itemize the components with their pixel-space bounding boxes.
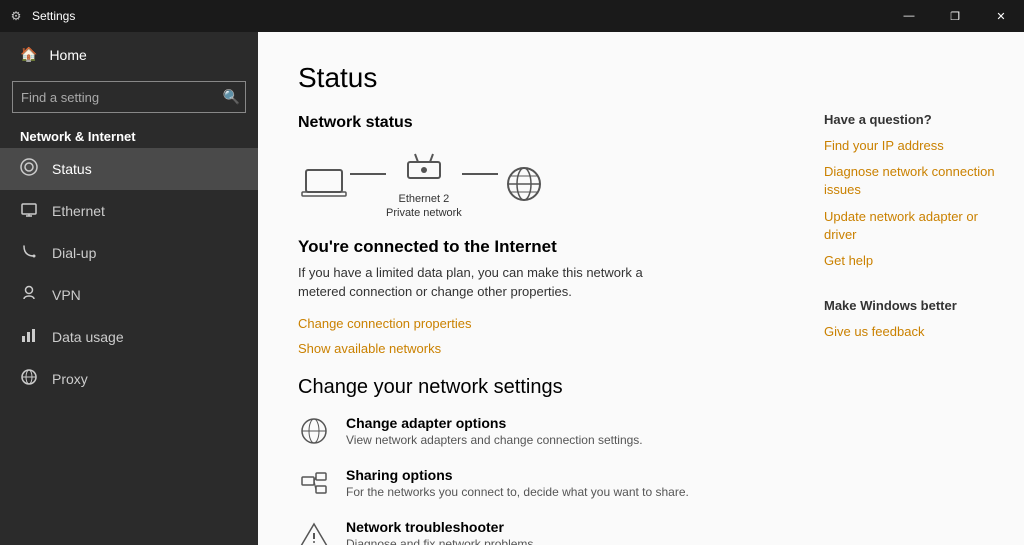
adapter-options-icon	[298, 415, 330, 447]
sidebar-item-proxy[interactable]: Proxy	[0, 358, 258, 400]
sidebar-item-ethernet[interactable]: Ethernet	[0, 190, 258, 232]
home-label: Home	[49, 47, 86, 63]
troubleshooter-title: Network troubleshooter	[346, 519, 537, 535]
sidebar: 🏠 Home 🔍 Network & Internet Status	[0, 32, 258, 545]
dialup-icon	[20, 242, 38, 264]
troubleshooter-desc: Diagnose and fix network problems.	[346, 537, 537, 545]
network-label: Ethernet 2 Private network	[386, 192, 462, 221]
list-item-adapter-options[interactable]: Change adapter options View network adap…	[298, 415, 764, 447]
maximize-button[interactable]: ❐	[932, 0, 978, 32]
settings-titlebar-icon: ⚙	[8, 8, 24, 24]
home-icon: 🏠	[20, 46, 37, 63]
sharing-options-icon	[298, 467, 330, 499]
sidebar-item-data-usage-label: Data usage	[52, 329, 124, 345]
connected-heading: You're connected to the Internet	[298, 237, 764, 257]
sharing-options-text: Sharing options For the networks you con…	[346, 467, 689, 499]
ethernet-icon	[20, 200, 38, 222]
sharing-options-desc: For the networks you connect to, decide …	[346, 485, 689, 499]
sidebar-item-vpn-label: VPN	[52, 287, 81, 303]
right-panel: Have a question? Find your IP address Di…	[804, 32, 1024, 545]
sidebar-item-dialup-label: Dial-up	[52, 245, 96, 261]
sidebar-home-item[interactable]: 🏠 Home	[0, 32, 258, 77]
search-box: 🔍	[12, 81, 246, 113]
change-network-heading: Change your network settings	[298, 376, 764, 399]
show-networks-link[interactable]: Show available networks	[298, 341, 764, 356]
sidebar-section-title: Network & Internet	[0, 121, 258, 148]
sidebar-item-vpn[interactable]: VPN	[0, 274, 258, 316]
status-icon	[20, 158, 38, 180]
search-input[interactable]	[12, 81, 246, 113]
content-area: Status Network status	[258, 32, 1024, 545]
titlebar-title: Settings	[32, 9, 75, 23]
laptop-icon	[298, 164, 350, 204]
adapter-options-desc: View network adapters and change connect…	[346, 433, 643, 447]
vpn-icon	[20, 284, 38, 306]
router-icon: Ethernet 2 Private network	[386, 148, 462, 221]
network-status-heading: Network status	[298, 114, 764, 132]
sidebar-item-data-usage[interactable]: Data usage	[0, 316, 258, 358]
net-line-2	[462, 173, 498, 175]
troubleshooter-text: Network troubleshooter Diagnose and fix …	[346, 519, 537, 545]
net-line-1	[350, 173, 386, 175]
titlebar-controls: — ❐ ✕	[886, 0, 1024, 32]
connected-desc: If you have a limited data plan, you can…	[298, 263, 678, 302]
close-button[interactable]: ✕	[978, 0, 1024, 32]
minimize-button[interactable]: —	[886, 0, 932, 32]
adapter-options-text: Change adapter options View network adap…	[346, 415, 643, 447]
globe-icon	[498, 164, 550, 204]
adapter-options-title: Change adapter options	[346, 415, 643, 431]
make-better-section: Make Windows better Give us feedback	[824, 298, 1004, 341]
list-item-troubleshooter[interactable]: Network troubleshooter Diagnose and fix …	[298, 519, 764, 545]
find-ip-link[interactable]: Find your IP address	[824, 137, 1004, 155]
sidebar-item-status[interactable]: Status	[0, 148, 258, 190]
sidebar-item-ethernet-label: Ethernet	[52, 203, 105, 219]
sidebar-item-status-label: Status	[52, 161, 92, 177]
make-better-title: Make Windows better	[824, 298, 1004, 313]
change-connection-link[interactable]: Change connection properties	[298, 316, 764, 331]
have-question-title: Have a question?	[824, 112, 1004, 127]
titlebar-left: ⚙ Settings	[8, 8, 75, 24]
network-diagram: Ethernet 2 Private network	[298, 148, 764, 221]
diagnose-link[interactable]: Diagnose network connection issues	[824, 163, 1004, 199]
update-adapter-link[interactable]: Update network adapter or driver	[824, 208, 1004, 244]
content-main: Status Network status	[258, 32, 804, 545]
sidebar-item-proxy-label: Proxy	[52, 371, 88, 387]
proxy-icon	[20, 368, 38, 390]
data-usage-icon	[20, 326, 38, 348]
sharing-options-title: Sharing options	[346, 467, 689, 483]
sidebar-item-dialup[interactable]: Dial-up	[0, 232, 258, 274]
titlebar: ⚙ Settings — ❐ ✕	[0, 0, 1024, 32]
troubleshooter-icon	[298, 519, 330, 545]
list-item-sharing-options[interactable]: Sharing options For the networks you con…	[298, 467, 764, 499]
search-icon: 🔍	[223, 89, 240, 106]
give-feedback-link[interactable]: Give us feedback	[824, 323, 1004, 341]
page-title: Status	[298, 62, 764, 94]
main-layout: 🏠 Home 🔍 Network & Internet Status	[0, 32, 1024, 545]
get-help-link[interactable]: Get help	[824, 252, 1004, 270]
